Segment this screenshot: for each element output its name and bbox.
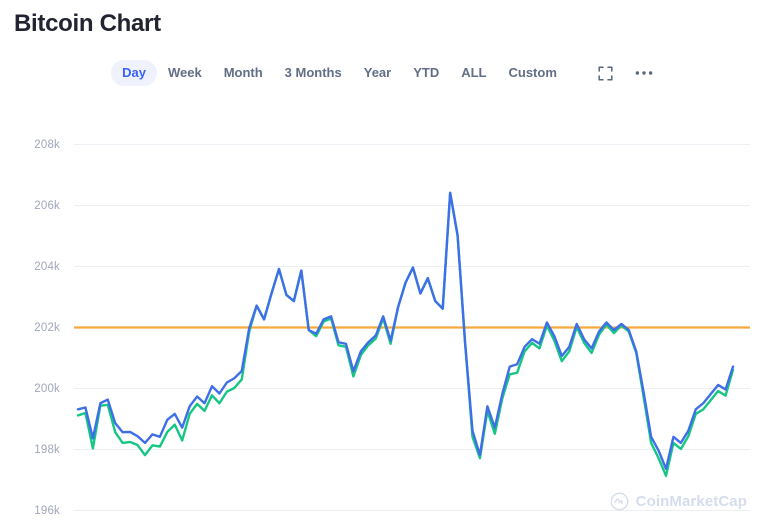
y-axis-tick-label: 204k	[34, 261, 60, 273]
range-tab-month[interactable]: Month	[213, 60, 274, 86]
bitcoin-chart-page: Bitcoin Chart Day Week Month 3 Months Year YT…	[0, 0, 769, 525]
more-options-icon[interactable]	[630, 59, 658, 87]
range-tab-day[interactable]: Day	[111, 60, 157, 86]
chart-tool-icons	[582, 59, 658, 87]
range-tab-ytd[interactable]: YTD	[402, 60, 450, 86]
chart-range-toolbar: Day Week Month 3 Months Year YTD ALL Custom	[0, 55, 769, 91]
range-tab-week[interactable]: Week	[157, 60, 213, 86]
y-axis-tick-label: 208k	[34, 139, 60, 151]
range-tabs: Day Week Month 3 Months Year YTD ALL Custom	[111, 60, 568, 86]
header: Bitcoin Chart	[0, 0, 769, 48]
range-tab-custom[interactable]: Custom	[498, 60, 568, 86]
series-line-green	[76, 191, 735, 478]
y-axis-tick-label: 202k	[34, 322, 60, 334]
range-tab-3-months[interactable]: 3 Months	[274, 60, 353, 86]
chart-container[interactable]: 208k 206k 204k 202k 200k 198k 196k CoinMarketC…	[0, 100, 769, 525]
series-lines	[76, 191, 735, 478]
price-line-chart[interactable]: 208k 206k 204k 202k 200k 198k 196k	[0, 100, 769, 525]
range-tab-year[interactable]: Year	[353, 60, 402, 86]
range-tab-all[interactable]: ALL	[450, 60, 497, 86]
y-axis-tick-label: 200k	[34, 383, 60, 395]
y-axis-tick-labels: 208k 206k 204k 202k 200k 198k 196k	[34, 139, 60, 517]
page-title: Bitcoin Chart	[14, 10, 161, 37]
y-axis-tick-label: 206k	[34, 200, 60, 212]
fullscreen-icon[interactable]	[592, 59, 620, 87]
y-axis-tick-label: 198k	[34, 444, 60, 456]
y-axis-tick-label: 196k	[34, 505, 60, 517]
